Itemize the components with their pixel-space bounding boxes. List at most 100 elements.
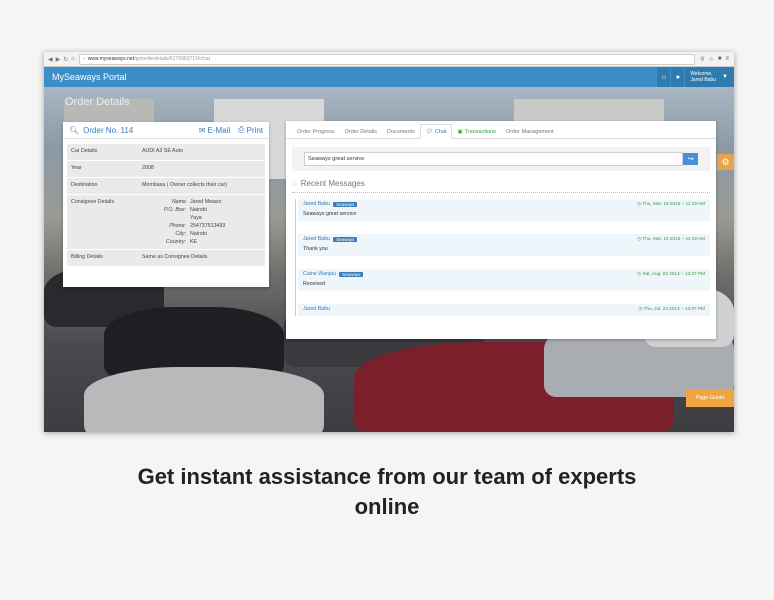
reload-icon[interactable]: ↻ [63, 56, 68, 63]
sender-name[interactable]: Caine Wanjau [303, 271, 336, 277]
money-icon: ▣ [457, 128, 463, 135]
zoom-icon[interactable]: ⚲ [700, 56, 704, 63]
caret-down-icon: ▼ [722, 74, 728, 80]
menu-icon[interactable]: ≡ [725, 56, 729, 63]
star-icon[interactable]: ☆ [708, 56, 713, 63]
row-value: Mombasa ( Owner collects their car) [142, 182, 228, 188]
sender-name[interactable]: Jared Babu [303, 236, 330, 242]
envelope-icon: ✉ [198, 125, 206, 135]
print-button[interactable]: ⎙ Print [238, 125, 263, 135]
printer-icon: ⎙ [238, 125, 245, 134]
back-icon[interactable]: ◀ [48, 56, 53, 63]
tab-chat[interactable]: 💬︎ Chat [419, 124, 453, 139]
row-key: Year [71, 165, 82, 171]
sender-badge: Seaways [333, 201, 358, 207]
chat-compose: Seaways great service ↪ [292, 147, 710, 171]
forward-icon[interactable]: ▶ [56, 56, 61, 63]
caption-text: Get instant assistance from our team of … [137, 464, 637, 519]
table-row: Consignee Details Name Jared Mwazo P.O. B… [67, 195, 265, 250]
sender-badge: Seaways [339, 271, 364, 277]
divider [292, 192, 710, 193]
message-text: Seaways great service [303, 211, 357, 217]
address-bar[interactable]: ▫ www.myseaways.net/getorderdetails/6179… [78, 53, 696, 65]
consignee-value: 254737513493 [190, 223, 226, 229]
home-icon[interactable]: ⌂ [71, 56, 75, 63]
tab-order-management[interactable]: Order Management [501, 125, 559, 138]
consignee-key: City: [175, 231, 186, 237]
row-key: Car Details [71, 148, 98, 154]
recent-messages-heading: ◌ Recent Messages [292, 179, 710, 188]
row-key: Destination [71, 182, 98, 188]
consignee-key: P.O. Box: [164, 207, 186, 213]
email-button[interactable]: ✉ E-Mail [199, 126, 230, 135]
promo-caption: Get instant assistance from our team of … [0, 462, 774, 522]
consignee-value: Nairobi [190, 231, 207, 237]
sender-name[interactable]: Jared Babu [303, 201, 330, 207]
url-path: /getorderdetails/6179963713#chat [134, 56, 210, 62]
search-icon: 🔍︎ [69, 125, 80, 135]
tab-documents[interactable]: Documents [382, 125, 420, 138]
sender-badge: Seaways [333, 236, 358, 242]
consignee-value: Nairobi [190, 207, 207, 213]
table-row: Destination Mombasa ( Owner collects thei… [67, 178, 265, 195]
clock-icon: ◷ [638, 306, 643, 311]
settings-button[interactable]: ⚙ [717, 154, 734, 170]
tab-transactions-label: Transactions [464, 128, 496, 135]
clock-icon: ◷ [636, 201, 642, 206]
tab-bar: Order Progress Order Details Documents 💬… [286, 121, 716, 139]
browser-toolbar: ◀ ▶ ↻ ⌂ ▫ www.myseaways.net/getorderdeta… [44, 52, 734, 67]
row-key: Billing Details [71, 254, 103, 260]
table-row: Year 2008 [67, 161, 265, 178]
consignee-value: KE [190, 239, 198, 245]
table-row: Car Details AUDI A3 SE Auto [67, 144, 265, 161]
user-menu[interactable]: Welcome, Jared Babu ▼ [685, 67, 734, 87]
car-graphic [84, 367, 324, 432]
app-header: MySeaways Portal ⌂ ● Welcome, Jared Babu… [44, 67, 734, 87]
message-time: Thu, Mar. 19 2015 – 11:18 AM [642, 236, 705, 241]
brand-title[interactable]: MySeaways Portal [44, 72, 656, 82]
order-number: Order No. 114 [83, 125, 134, 135]
house-icon: ⌂ [661, 73, 667, 81]
consignee-key: Phone: [169, 223, 186, 229]
row-value: AUDI A3 SE Auto [142, 148, 183, 154]
sender-name[interactable]: Jared Babu [303, 306, 330, 312]
consignee-key: Country: [165, 239, 186, 245]
recent-messages-title: Recent Messages [300, 179, 365, 188]
table-row: Billing Details Same as Consignee Details [67, 250, 265, 267]
spinner-icon: ◌ [292, 179, 297, 188]
share-icon: ↪ [687, 156, 694, 163]
timeline-rail [295, 199, 296, 316]
message-item: Jared Babu Seaways ◷ Thu, Mar. 19 2015 – … [298, 234, 710, 256]
message-text: Thank you [303, 246, 328, 252]
chat-panel: Order Progress Order Details Documents 💬… [286, 121, 716, 339]
globe-icon: ● [675, 73, 681, 81]
clock-icon: ◷ [637, 271, 642, 276]
globe-button[interactable]: ● [671, 67, 685, 87]
print-label: Print [246, 125, 263, 135]
consignee-details: Name Jared Mwazo P.O. Box: Nairobi Yaya Ph… [142, 195, 265, 249]
tab-order-details[interactable]: Order Details [340, 125, 382, 138]
order-card: 🔍︎ Order No. 114 ✉ E-Mail ⎙ Print Car Detai… [63, 122, 269, 287]
tab-chat-label: Chat [434, 128, 447, 135]
tab-transactions[interactable]: ▣ Transactions [452, 125, 500, 138]
page-title: Order Details [65, 96, 130, 108]
message-text: Received [303, 281, 326, 287]
extension-icon[interactable]: ■ [718, 56, 722, 63]
send-button[interactable]: ↪ [683, 153, 698, 165]
consignee-key: Name [171, 199, 186, 205]
message-time: Thu, Jul. 24 2014 – 12:07 PM [643, 306, 706, 311]
background-photo: Order Details 🔍︎ Order No. 114 ✉ E-Mail ⎙ P… [44, 87, 734, 432]
message-input[interactable]: Seaways great service [304, 152, 683, 166]
row-value: Same as Consignee Details [142, 254, 208, 260]
consignee-key [142, 215, 186, 221]
chat-icon: 💬︎ [425, 128, 433, 135]
url-host: www.myseaways.net [87, 56, 135, 62]
tab-order-progress[interactable]: Order Progress [292, 125, 340, 138]
message-time: Sat, Aug. 02 2014 – 12:27 PM [642, 271, 705, 276]
message-item: Jared Babu Seaways ◷ Thu, Mar. 19 2015 – … [298, 199, 710, 221]
page-guide-button[interactable]: Page Guide [686, 389, 734, 407]
row-value: 2008 [142, 165, 154, 171]
home-button[interactable]: ⌂ [657, 67, 671, 87]
message-list: Jared Babu Seaways ◷ Thu, Mar. 19 2015 – … [292, 199, 710, 316]
consignee-value: Jared Mwazo [190, 199, 222, 205]
